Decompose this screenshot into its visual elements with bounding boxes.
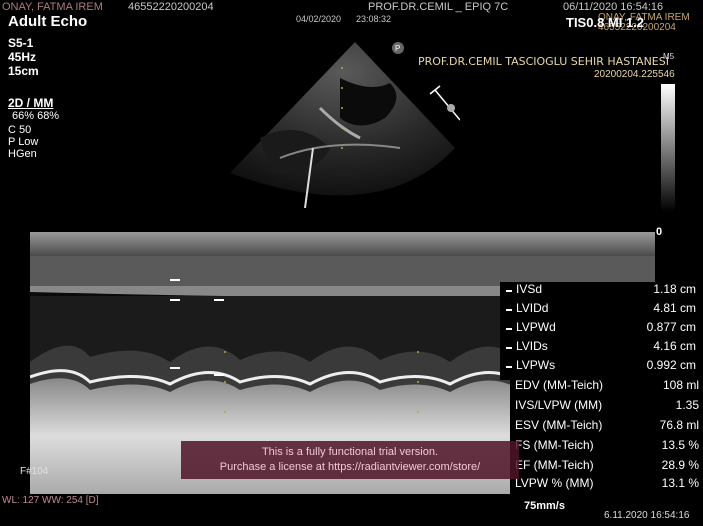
patient-name: ONAY, FATMA IREM bbox=[2, 1, 103, 13]
measurement-value: 1.18 cm bbox=[653, 282, 696, 296]
calc-value: 13.1 % bbox=[661, 476, 699, 490]
image-settings: C 50 P Low HGen bbox=[8, 124, 38, 160]
calc-name: IVS/LVPW (MM) bbox=[515, 398, 603, 412]
measurement-value: 0.992 cm bbox=[646, 358, 696, 372]
measurement-name: LVPWs bbox=[516, 358, 556, 372]
depth: 15cm bbox=[8, 64, 39, 78]
calc-row: EF (MM-Teich) 28.9 % bbox=[515, 458, 701, 478]
measurement-row: LVIDd 4.81 cm bbox=[506, 301, 698, 320]
hospital-study-id: 20200204.225546 bbox=[594, 69, 675, 80]
measurement-value: 4.16 cm bbox=[653, 339, 696, 353]
svg-text:P: P bbox=[395, 44, 400, 53]
calc-row: ESV (MM-Teich) 76.8 ml bbox=[515, 418, 701, 438]
depth-zero-marker: 0 bbox=[656, 226, 663, 238]
measurement-name: LVIDd bbox=[516, 301, 549, 315]
frame-number: F#104 bbox=[20, 466, 49, 477]
calc-row: EDV (MM-Teich) 108 ml bbox=[515, 378, 701, 398]
window-level-width: WL: 127 WW: 254 [D] bbox=[2, 495, 99, 506]
probe-params: S5-1 45Hz 15cm bbox=[8, 36, 39, 78]
calculation-panel: EDV (MM-Teich) 108 ml IVS/LVPW (MM) 1.35 E… bbox=[510, 376, 703, 494]
calc-value: 28.9 % bbox=[661, 458, 699, 472]
calc-value: 13.5 % bbox=[661, 438, 699, 452]
preset-label: Adult Echo bbox=[8, 13, 88, 30]
power: P Low bbox=[8, 136, 39, 148]
calc-name: ESV (MM-Teich) bbox=[515, 418, 603, 432]
calc-value: 76.8 ml bbox=[659, 418, 699, 432]
measurement-row: LVPWd 0.877 cm bbox=[506, 320, 698, 339]
measurement-name: IVSd bbox=[516, 282, 543, 296]
measurement-value: 0.877 cm bbox=[646, 320, 696, 334]
patient-id: 46552220200204 bbox=[128, 1, 214, 13]
calc-row: FS (MM-Teich) 13.5 % bbox=[515, 438, 701, 458]
scan-date: 04/02/2020 bbox=[296, 14, 342, 24]
measurement-row: LVIDs 4.16 cm bbox=[506, 339, 698, 358]
trial-banner-link[interactable]: Purchase a license at https://radiantvie… bbox=[181, 460, 519, 475]
mode-label: 2D / MM bbox=[8, 96, 54, 110]
trial-banner[interactable]: This is a fully functional trial version… bbox=[181, 441, 519, 479]
physician-device: PROF.DR.CEMIL _ EPIQ 7C bbox=[368, 1, 509, 13]
scan-time: 23:08:32 bbox=[356, 14, 392, 24]
trial-banner-line1: This is a fully functional trial version… bbox=[261, 446, 439, 458]
marker-label: M5 bbox=[663, 52, 675, 61]
frame-rate: 45Hz bbox=[8, 50, 37, 64]
tis-mi-readout: TIS0.8 MI 1.2 bbox=[566, 15, 645, 30]
measurement-panel: IVSd 1.18 cm LVIDd 4.81 cm LVPWd 0.877 cm L… bbox=[500, 282, 703, 380]
sweep-speed: 75mm/s bbox=[524, 500, 565, 512]
calc-name: EF (MM-Teich) bbox=[515, 458, 594, 472]
calc-row: IVS/LVPW (MM) 1.35 bbox=[515, 398, 701, 418]
echo-sector-image: P bbox=[230, 42, 460, 209]
measurement-row: LVPWs 0.992 cm bbox=[506, 358, 698, 377]
harmonic-mode: HGen bbox=[8, 148, 37, 160]
footer-datetime: 6.11.2020 16:54:16 bbox=[604, 510, 690, 521]
calc-name: LVPW % (MM) bbox=[515, 476, 594, 490]
measurement-value: 4.81 cm bbox=[653, 301, 696, 315]
calc-value: 1.35 bbox=[675, 398, 699, 412]
calc-row: LVPW % (MM) 13.1 % bbox=[515, 476, 701, 496]
probe-label: S5-1 bbox=[8, 36, 34, 50]
gain-values: 66% 68% bbox=[12, 110, 60, 122]
grayscale-bar bbox=[661, 84, 675, 212]
measurement-name: LVPWd bbox=[516, 320, 556, 334]
calc-name: EDV (MM-Teich) bbox=[515, 378, 604, 392]
measurement-row: IVSd 1.18 cm bbox=[506, 282, 698, 301]
calc-name: FS (MM-Teich) bbox=[515, 438, 594, 452]
measurement-name: LVIDs bbox=[516, 339, 548, 353]
calc-value: 108 ml bbox=[662, 378, 699, 392]
compression: C 50 bbox=[8, 124, 32, 136]
